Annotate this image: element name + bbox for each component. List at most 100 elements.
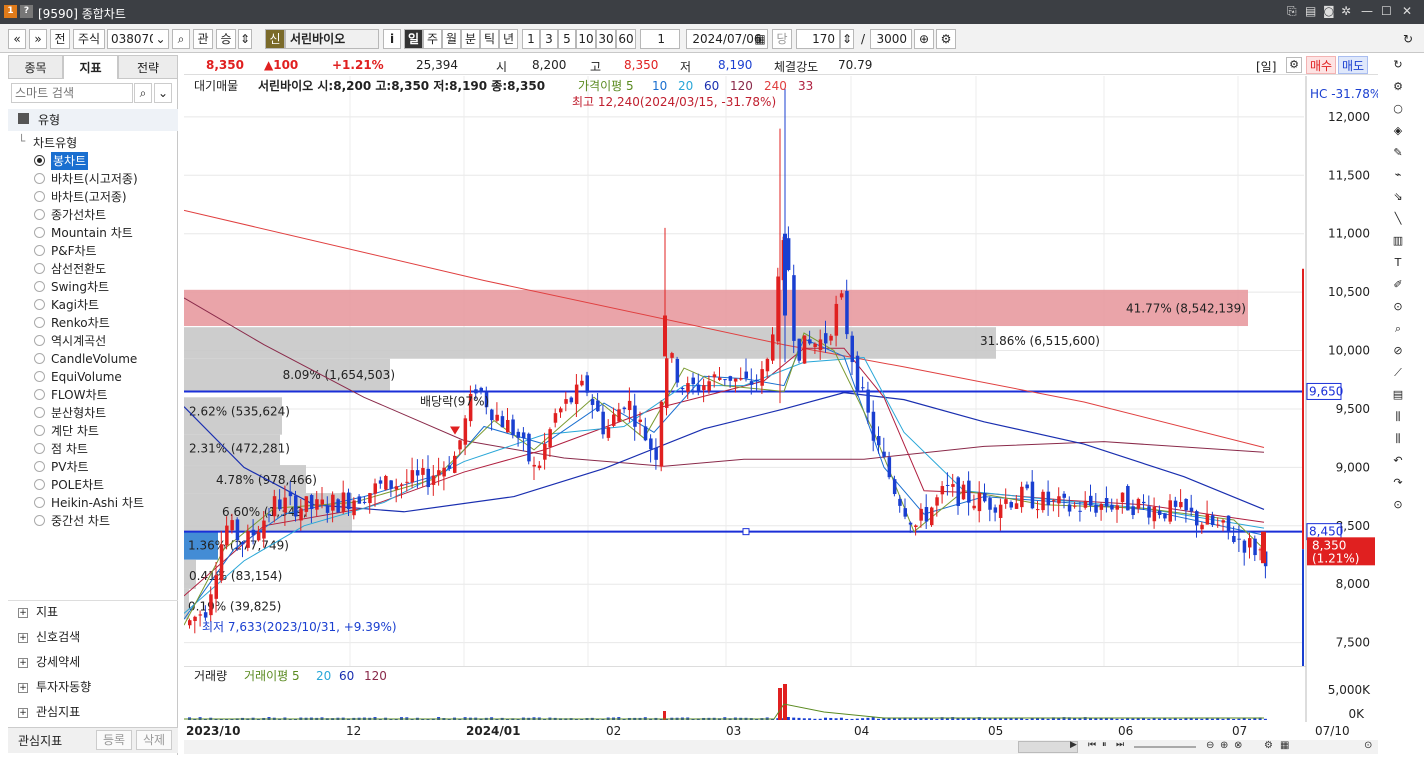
- radio-icon[interactable]: [34, 263, 45, 274]
- next-button[interactable]: »: [29, 29, 47, 49]
- chart-type-item[interactable]: 봉차트: [51, 152, 88, 170]
- tab-indicator[interactable]: 지표: [63, 55, 118, 79]
- crosshair-icon[interactable]: ◈: [1390, 123, 1406, 139]
- prev-button[interactable]: «: [8, 29, 26, 49]
- chart-type-item[interactable]: Mountain 차트: [51, 224, 133, 242]
- chart-type-item[interactable]: 중간선 차트: [51, 512, 110, 530]
- chart-type-item[interactable]: Kagi차트: [51, 296, 99, 314]
- register-button[interactable]: 등록: [96, 730, 132, 750]
- expand-icon[interactable]: +: [18, 633, 28, 643]
- radio-icon[interactable]: [34, 353, 45, 364]
- close-button[interactable]: ✕: [1402, 4, 1412, 18]
- zoom-reset-icon[interactable]: ⊗: [1234, 740, 1242, 751]
- tab-stock[interactable]: 종목: [8, 55, 63, 79]
- link-icon[interactable]: ⎘: [1287, 4, 1297, 19]
- auto-icon[interactable]: ▥: [1390, 233, 1406, 249]
- full-button[interactable]: 전: [50, 29, 70, 49]
- unit-input[interactable]: 1: [640, 29, 680, 49]
- max-input[interactable]: 3000: [870, 29, 912, 49]
- arrow-icon[interactable]: ⇘: [1390, 189, 1406, 205]
- info-button[interactable]: i: [383, 29, 401, 49]
- radio-icon[interactable]: [34, 191, 45, 202]
- min-30[interactable]: 30: [596, 29, 616, 49]
- chart-type-item[interactable]: Swing차트: [51, 278, 109, 296]
- pause-icon[interactable]: ⏸: [1102, 740, 1107, 750]
- chart-type-item[interactable]: CandleVolume: [51, 350, 137, 368]
- count-spinner-icon[interactable]: ⇕: [840, 29, 854, 49]
- expand-icon[interactable]: +: [18, 608, 28, 618]
- period-3[interactable]: 분: [461, 29, 480, 49]
- fit-icon[interactable]: ⊙: [1390, 497, 1406, 513]
- search-icon[interactable]: ⌕: [134, 83, 152, 103]
- delete-button[interactable]: 삭제: [136, 730, 172, 750]
- trend-icon[interactable]: ⌁: [1390, 167, 1406, 183]
- min-3[interactable]: 3: [540, 29, 558, 49]
- undo-icon[interactable]: ↶: [1390, 453, 1406, 469]
- chart-type-item[interactable]: 점 차트: [51, 440, 88, 458]
- sell-button[interactable]: 매도: [1338, 56, 1368, 74]
- smart-search-input[interactable]: [11, 83, 133, 103]
- zoom-slider[interactable]: [1134, 746, 1196, 748]
- expand-icon[interactable]: +: [18, 708, 28, 718]
- chart-types-title[interactable]: 차트유형: [33, 134, 77, 151]
- circle-icon[interactable]: ○: [1390, 101, 1406, 117]
- tab-strategy[interactable]: 전략: [118, 55, 178, 79]
- filter-dropdown-icon[interactable]: ⌄: [154, 83, 172, 103]
- redo-icon[interactable]: ↷: [1390, 475, 1406, 491]
- zoom-icon[interactable]: ⊙: [1390, 299, 1406, 315]
- updown-icon[interactable]: ⇕: [238, 29, 252, 49]
- chart-type-item[interactable]: 삼선전환도: [51, 260, 106, 278]
- min-5[interactable]: 5: [558, 29, 576, 49]
- buy-button[interactable]: 매수: [1306, 56, 1336, 74]
- gwan-button[interactable]: 관: [193, 29, 213, 49]
- code-dropdown-icon[interactable]: ⌄: [153, 29, 169, 49]
- radio-icon[interactable]: [34, 497, 45, 508]
- pen-icon[interactable]: ✎: [1390, 145, 1406, 161]
- scroll-thumb[interactable]: [1018, 741, 1078, 753]
- scroll-right-icon[interactable]: ▶: [1070, 740, 1077, 750]
- section-item[interactable]: + 지표: [18, 602, 58, 622]
- radio-icon[interactable]: [34, 173, 45, 184]
- zoom-in-icon[interactable]: ⊕: [914, 29, 934, 49]
- radio-icon[interactable]: [34, 245, 45, 256]
- settings-icon[interactable]: ⚙: [1390, 79, 1406, 95]
- chart-settings-icon[interactable]: ⚙: [936, 29, 956, 49]
- min-10[interactable]: 10: [576, 29, 596, 49]
- price-chart[interactable]: 41.77% (8,542,139) 31.86% (6,515,600) 8.09…: [184, 76, 1378, 666]
- parallel-icon[interactable]: ⫼: [1390, 409, 1406, 425]
- min-60[interactable]: 60: [616, 29, 636, 49]
- volume-chart-svg[interactable]: 거래량 거래이평 5 20 60 120 5,000K 0K: [184, 666, 1378, 722]
- gear-icon[interactable]: ⚙: [1286, 57, 1302, 73]
- draw-icon[interactable]: ✐: [1390, 277, 1406, 293]
- radio-icon[interactable]: [34, 479, 45, 490]
- section-item[interactable]: + 강세약세: [18, 652, 80, 672]
- section-item[interactable]: + 신호검색: [18, 627, 80, 647]
- line-icon[interactable]: ╲: [1390, 211, 1406, 227]
- capture-icon[interactable]: ◙: [1323, 4, 1335, 18]
- last-icon[interactable]: ⏭: [1116, 740, 1124, 750]
- volume-chart[interactable]: 거래량 거래이평 5 20 60 120 5,000K 0K: [184, 666, 1378, 722]
- scroll-bar[interactable]: ▶ ⏮ ⏸ ⏭ ⊖ ⊕ ⊗ ⚙ ▦ ⊙: [184, 740, 1378, 754]
- view-settings-icon[interactable]: ⚙: [1264, 740, 1273, 751]
- toolbar-more-icon[interactable]: ↻: [1400, 29, 1416, 49]
- calendar-icon[interactable]: ▦: [752, 29, 768, 49]
- radio-icon[interactable]: [34, 425, 45, 436]
- settings-icon[interactable]: ✲: [1341, 4, 1351, 18]
- bars-icon[interactable]: ⫼: [1390, 431, 1406, 447]
- chart-type-item[interactable]: PV차트: [51, 458, 89, 476]
- refresh-icon[interactable]: ↻: [1390, 57, 1406, 73]
- chart-type-item[interactable]: Heikin-Ashi 차트: [51, 494, 144, 512]
- zoom-in-icon[interactable]: ⊕: [1220, 740, 1228, 751]
- radio-icon[interactable]: [34, 443, 45, 454]
- section-type[interactable]: 유형: [38, 111, 60, 128]
- chart-type-item[interactable]: 분산형차트: [51, 404, 106, 422]
- ray-icon[interactable]: ⟋: [1390, 365, 1406, 381]
- chart-type-item[interactable]: FLOW차트: [51, 386, 108, 404]
- chart-type-item[interactable]: POLE차트: [51, 476, 104, 494]
- radio-icon[interactable]: [34, 335, 45, 346]
- expand-icon[interactable]: +: [18, 683, 28, 693]
- expand-icon[interactable]: +: [18, 658, 28, 668]
- radio-icon[interactable]: [34, 227, 45, 238]
- min-1[interactable]: 1: [522, 29, 540, 49]
- help-icon[interactable]: ?: [20, 5, 33, 18]
